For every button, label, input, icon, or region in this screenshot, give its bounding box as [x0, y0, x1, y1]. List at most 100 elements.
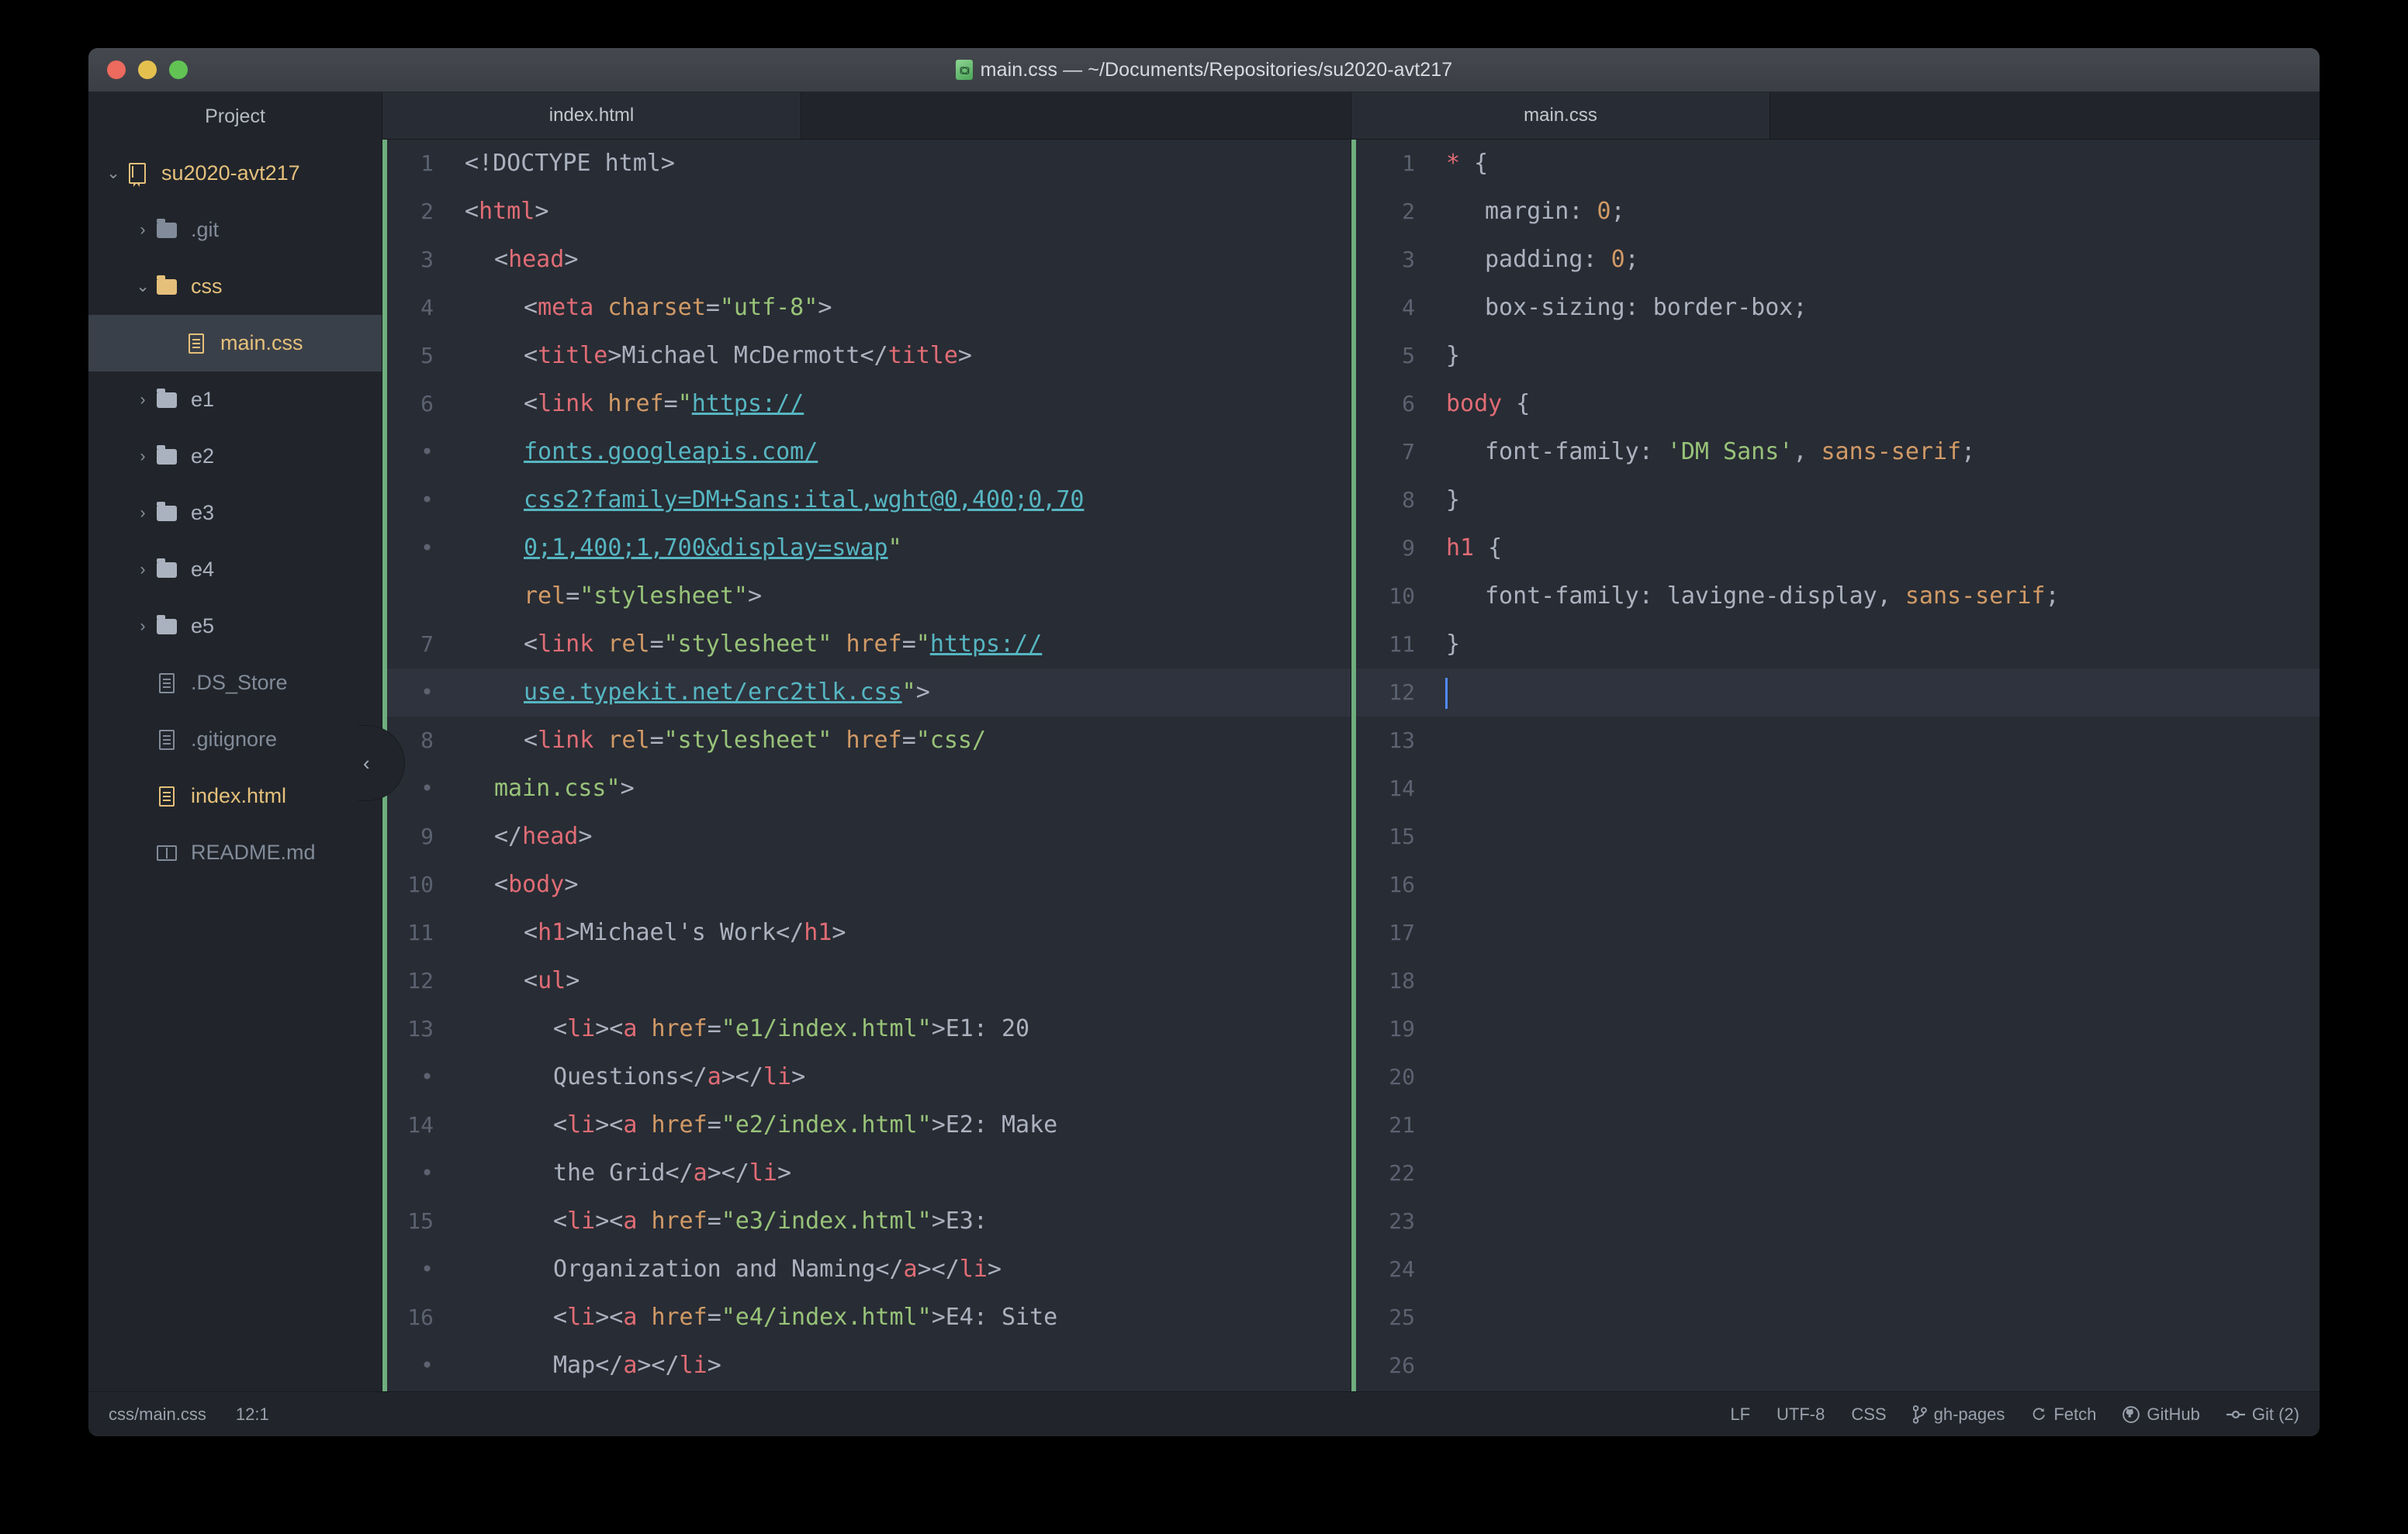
code-line[interactable]: 21 [1351, 1101, 2320, 1149]
code-line[interactable]: • main.css"> [382, 765, 1351, 813]
code-line[interactable]: 13 <li><a href="e1/index.html">E1: 20 [382, 1005, 1351, 1053]
code-token: margin [1485, 198, 1569, 225]
chevron-down-icon[interactable]: ⌄ [102, 164, 124, 183]
tree-item-git[interactable]: › .git [88, 202, 382, 258]
code-line[interactable]: rel="stylesheet"> [382, 572, 1351, 620]
tree-item-css[interactable]: ⌄ css [88, 258, 382, 315]
tree-item-ds-store[interactable]: .DS_Store [88, 655, 382, 711]
tree-item-e5[interactable]: › e5 [88, 598, 382, 655]
code-line[interactable]: • 0;1,400;1,700&display=swap" [382, 524, 1351, 572]
tree-item-e4[interactable]: › e4 [88, 541, 382, 598]
chevron-down-icon[interactable]: ⌄ [132, 277, 154, 296]
code-line[interactable]: • Questions</a></li> [382, 1053, 1351, 1101]
code-line[interactable]: 3 <head> [382, 236, 1351, 284]
code-line[interactable]: 14 [1351, 765, 2320, 813]
chevron-right-icon[interactable]: › [132, 617, 154, 636]
chevron-right-icon[interactable]: › [132, 447, 154, 466]
code-line[interactable]: 1 <!DOCTYPE html> [382, 140, 1351, 188]
code-line[interactable]: 17 [1351, 909, 2320, 957]
code-line[interactable]: • the Grid</a></li> [382, 1149, 1351, 1197]
code-line[interactable]: 2 margin: 0; [1351, 188, 2320, 236]
code-editor-html[interactable]: 1 <!DOCTYPE html> 2 <html> 3 <head> 4 <meta cha… [382, 140, 1351, 1391]
tree-item-su2020-avt217[interactable]: ⌄ su2020-avt217 [88, 145, 382, 202]
folder-icon [154, 388, 180, 408]
status-line-ending[interactable]: LF [1730, 1404, 1750, 1425]
code-token: https:// [929, 631, 1043, 658]
code-line[interactable]: 15 [1351, 813, 2320, 861]
code-line[interactable]: 12 <ul> [382, 957, 1351, 1005]
status-cursor-position[interactable]: 12:1 [236, 1404, 269, 1425]
code-line[interactable]: 9 h1 { [1351, 524, 2320, 572]
code-line[interactable]: 23 [1351, 1197, 2320, 1246]
code-line[interactable]: 7 <link rel="stylesheet" href="https:// [382, 620, 1351, 669]
code-token: fonts.googleapis.com/ [524, 438, 818, 465]
code-token: 0 [1597, 198, 1611, 225]
tree-item-e3[interactable]: › e3 [88, 485, 382, 541]
code-line[interactable]: 20 [1351, 1053, 2320, 1101]
chevron-right-icon[interactable]: › [132, 504, 154, 523]
code-line[interactable]: 2 <html> [382, 188, 1351, 236]
code-line[interactable]: • Organization and Naming</a></li> [382, 1246, 1351, 1294]
code-line[interactable]: 15 <li><a href="e3/index.html">E3: [382, 1197, 1351, 1246]
tree-item-gitignore[interactable]: .gitignore [88, 711, 382, 768]
status-grammar[interactable]: CSS [1851, 1404, 1886, 1425]
code-line[interactable]: 22 [1351, 1149, 2320, 1197]
code-line[interactable]: 14 <li><a href="e2/index.html">E2: Make [382, 1101, 1351, 1149]
minimize-button[interactable] [138, 60, 157, 79]
code-line[interactable]: 6 body { [1351, 380, 2320, 428]
code-line[interactable]: 13 [1351, 717, 2320, 765]
code-line[interactable]: 5 <title>Michael McDermott</title> [382, 332, 1351, 380]
code-token: = [901, 727, 916, 754]
tree-item-e2[interactable]: › e2 [88, 428, 382, 485]
code-line[interactable]: 10 font-family: lavigne-display, sans-ser… [1351, 572, 2320, 620]
code-line[interactable]: • Map</a></li> [382, 1342, 1351, 1390]
code-line[interactable]: 11} [1351, 620, 2320, 669]
code-line[interactable]: 16 <li><a href="e4/index.html">E4: Site [382, 1294, 1351, 1342]
code-line[interactable]: 1 * { [1351, 140, 2320, 188]
maximize-button[interactable] [169, 60, 188, 79]
status-fetch[interactable]: Fetch [2031, 1404, 2096, 1425]
code-line[interactable]: • css2?family=DM+Sans:ital,wght@0,400;0,7… [382, 476, 1351, 524]
chevron-right-icon[interactable]: › [132, 221, 154, 240]
code-line[interactable]: 26 [1351, 1342, 2320, 1390]
code-line[interactable]: • fonts.googleapis.com/ [382, 428, 1351, 476]
code-token: < [524, 294, 538, 321]
status-file-path[interactable]: css/main.css [109, 1404, 206, 1425]
code-line[interactable]: 9 </head> [382, 813, 1351, 861]
code-line[interactable]: 3 padding: 0; [1351, 236, 2320, 284]
code-line[interactable]: 10 <body> [382, 861, 1351, 909]
chevron-right-icon[interactable]: › [132, 391, 154, 409]
code-line[interactable]: • use.typekit.net/erc2tlk.css"> [382, 669, 1351, 717]
code-token: Michael McDermott [621, 342, 860, 369]
tree-item-e1[interactable]: › e1 [88, 371, 382, 428]
code-line[interactable]: 16 [1351, 861, 2320, 909]
folder-icon-glyph [157, 558, 177, 578]
tree-item-index-html[interactable]: index.html [88, 768, 382, 824]
tab-main-css[interactable]: main.css [1351, 92, 1770, 139]
status-encoding[interactable]: UTF-8 [1777, 1404, 1825, 1425]
code-line[interactable]: 11 <h1>Michael's Work</h1> [382, 909, 1351, 957]
tree-item-main-css[interactable]: main.css [88, 315, 382, 371]
code-editor-css[interactable]: 1 * {2 margin: 0; 3 padding: 0; 4 box-sizing: … [1351, 140, 2320, 1391]
tree-item-readme-md[interactable]: README.md [88, 824, 382, 881]
code-line[interactable]: 7 font-family: 'DM Sans', sans-serif; [1351, 428, 2320, 476]
chevron-right-icon[interactable]: › [132, 561, 154, 579]
project-tree[interactable]: ⌄ su2020-avt217 › .git ⌄ css main.css › e1 › e2 › e3… [88, 142, 382, 881]
code-line[interactable]: 6 <link href="https:// [382, 380, 1351, 428]
code-line[interactable]: 25 [1351, 1294, 2320, 1342]
code-line[interactable]: 4 <meta charset="utf-8"> [382, 284, 1351, 332]
code-line[interactable]: 4 box-sizing: border-box; [1351, 284, 2320, 332]
code-line[interactable]: 12 [1351, 669, 2320, 717]
close-button[interactable] [107, 60, 126, 79]
status-git-changes[interactable]: Git (2) [2226, 1404, 2299, 1425]
code-line[interactable]: 24 [1351, 1246, 2320, 1294]
code-line[interactable]: 5} [1351, 332, 2320, 380]
code-line[interactable]: 8} [1351, 476, 2320, 524]
code-line[interactable]: 8 <link rel="stylesheet" href="css/ [382, 717, 1351, 765]
code-token: ></ [637, 1352, 680, 1379]
status-branch[interactable]: gh-pages [1912, 1404, 2005, 1425]
code-line[interactable]: 19 [1351, 1005, 2320, 1053]
tab-index-html[interactable]: index.html [382, 92, 801, 139]
code-line[interactable]: 18 [1351, 957, 2320, 1005]
status-github[interactable]: GitHub [2123, 1404, 2200, 1425]
